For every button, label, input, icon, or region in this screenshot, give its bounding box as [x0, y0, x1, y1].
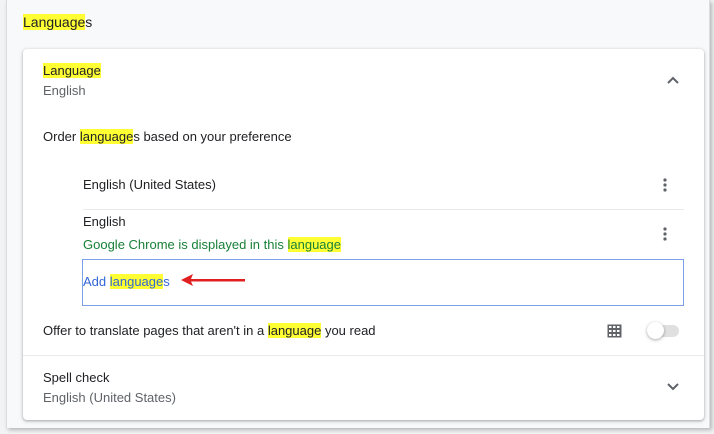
toggle-knob	[647, 322, 664, 339]
spell-check-row[interactable]: Spell check English (United States)	[23, 356, 704, 420]
list-divider	[83, 209, 684, 210]
spell-check-title: Spell check	[43, 370, 110, 385]
language-item-english: English	[83, 214, 126, 229]
spell-check-value: English (United States)	[43, 390, 176, 405]
order-languages-text: Order languages based on your preference	[43, 129, 292, 144]
three-dots-vertical-icon[interactable]	[655, 222, 675, 246]
section-title: Languages	[23, 14, 92, 30]
add-languages-highlight: language	[109, 274, 164, 289]
chevron-down-icon[interactable]	[661, 375, 685, 399]
translate-grid-icon	[607, 324, 622, 338]
order-text-highlight: language	[79, 129, 134, 144]
add-languages-focus-box: Add languages	[82, 259, 684, 306]
chevron-up-icon[interactable]	[661, 68, 685, 92]
offer-translate-label: Offer to translate pages that aren't in …	[43, 323, 376, 338]
display-language-note: Google Chrome is displayed in this langu…	[83, 237, 341, 252]
order-text-after: s based on your preference	[133, 129, 292, 144]
language-row-title: Language	[43, 63, 101, 78]
add-languages-after: s	[163, 274, 170, 289]
add-languages-button[interactable]: Add languages	[83, 274, 170, 289]
offer-translate-highlight: language	[267, 323, 322, 338]
display-note-highlight: language	[287, 237, 341, 252]
red-arrow-icon	[181, 274, 245, 286]
language-header-row[interactable]: Language English	[23, 49, 704, 109]
section-title-highlight: Language	[23, 14, 86, 30]
three-dots-vertical-icon[interactable]	[655, 173, 675, 197]
display-note-text: Google Chrome is displayed in this	[83, 237, 288, 252]
language-row-title-text: Language	[43, 63, 101, 78]
offer-translate-before: Offer to translate pages that aren't in …	[43, 323, 268, 338]
offer-translate-row: Offer to translate pages that aren't in …	[23, 311, 704, 355]
section-title-suffix: s	[85, 14, 93, 30]
language-item-english-us: English (United States)	[83, 177, 216, 192]
add-languages-before: Add	[83, 274, 110, 289]
order-text-before: Order	[43, 129, 80, 144]
languages-card: Language English Order languages based o…	[23, 49, 704, 420]
language-row-value: English	[43, 83, 86, 98]
offer-translate-after: you read	[321, 323, 376, 338]
settings-frame: Languages Language English Order languag…	[6, 0, 710, 428]
